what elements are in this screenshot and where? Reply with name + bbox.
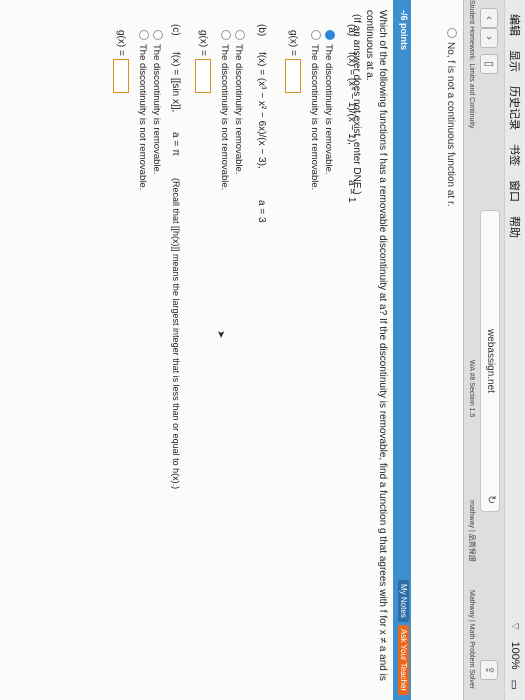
- option-label: The discontinuity is removable.: [233, 44, 244, 175]
- part-b-option-not-removable[interactable]: The discontinuity is not removable.: [219, 30, 231, 190]
- part-b-function: f(x) = (x³ − x² − 6x)/(x − 3),: [256, 52, 267, 169]
- part-a-a-value: a = 1: [346, 180, 357, 203]
- back-button[interactable]: ‹: [480, 8, 498, 28]
- page-content: No, f is not a continuous function at r.…: [0, 0, 463, 700]
- part-a-answer-input[interactable]: [285, 58, 301, 93]
- radio-icon: [139, 30, 149, 40]
- part-b-answer: g(x) =: [195, 30, 211, 93]
- zoom-level: 100%: [509, 641, 521, 670]
- battery-icon[interactable]: ▭: [509, 680, 522, 690]
- radio-icon: [235, 30, 245, 40]
- previous-answer-option[interactable]: No, f is not a continuous function at r.: [445, 28, 457, 207]
- address-bar[interactable]: webassign.net: [480, 210, 500, 512]
- radio-icon: [221, 30, 231, 40]
- share-icon[interactable]: ⇪: [480, 660, 498, 680]
- mouse-cursor-icon: ➤: [215, 330, 226, 339]
- part-c-a-value: a = π: [170, 132, 181, 156]
- sidebar-toggle-icon[interactable]: ▯: [480, 54, 498, 74]
- menu-help[interactable]: 帮助: [507, 216, 523, 238]
- part-a-option-not-removable[interactable]: The discontinuity is not removable.: [309, 30, 321, 190]
- option-label: The discontinuity is removable.: [151, 44, 162, 175]
- option-label: The discontinuity is not removable.: [219, 44, 230, 191]
- browser-screen: 编辑 显示 历史记录 书签 窗口 帮助 ⌔ 100% ▭ ‹ › ▯ webas…: [0, 0, 525, 700]
- part-b-answer-input[interactable]: [195, 58, 211, 93]
- tab-bar: Student Homework: Limits and Continuity …: [464, 0, 478, 700]
- part-b-option-removable[interactable]: The discontinuity is removable.: [233, 30, 245, 174]
- part-b-a-value: a = 3: [256, 200, 267, 223]
- wifi-icon[interactable]: ⌔: [508, 621, 522, 631]
- part-a-option-removable[interactable]: The discontinuity is removable.: [323, 30, 335, 174]
- part-c-label: (c): [170, 24, 181, 36]
- radio-icon: [447, 28, 457, 38]
- menu-history[interactable]: 历史记录: [507, 86, 523, 130]
- tab-mathway-solver[interactable]: Mathway | Math Problem Solver: [464, 590, 478, 700]
- tab-mathway[interactable]: mathway | 品質保證: [464, 500, 478, 580]
- part-c-note: (Recall that [[h(x)]] means the largest …: [171, 178, 181, 490]
- browser-toolbar: ‹ › ▯ webassign.net ↻ ⇪ Student Homework…: [463, 0, 504, 700]
- g-label: g(x) =: [197, 30, 209, 56]
- part-b-label: (b): [256, 24, 267, 37]
- menu-view[interactable]: 显示: [507, 50, 523, 72]
- question-header: -/6 points My Notes Ask Your Teacher: [393, 0, 411, 700]
- question-line-1: Which of the following functions f has a…: [364, 10, 388, 681]
- part-c-answer-input[interactable]: [113, 58, 129, 93]
- part-c-option-removable[interactable]: The discontinuity is removable.: [151, 30, 163, 174]
- part-c-option-not-removable[interactable]: The discontinuity is not removable.: [137, 30, 149, 190]
- part-a-answer: g(x) =: [285, 30, 301, 93]
- points-label: -/6 points: [399, 10, 409, 50]
- menu-edit[interactable]: 编辑: [507, 14, 523, 36]
- g-label: g(x) =: [287, 30, 299, 56]
- option-label: The discontinuity is removable.: [323, 44, 334, 175]
- previous-answer-text: No, f is not a continuous function at r.: [445, 42, 456, 207]
- part-c-answer: g(x) =: [113, 30, 129, 93]
- forward-button[interactable]: ›: [480, 28, 498, 48]
- menu-bar: 编辑 显示 历史记录 书签 窗口 帮助 ⌔ 100% ▭: [504, 0, 525, 700]
- radio-icon: [153, 30, 163, 40]
- my-notes-button[interactable]: My Notes: [398, 580, 409, 622]
- part-c-function: f(x) = [[sin x]],: [170, 52, 181, 113]
- menu-bookmarks[interactable]: 书签: [507, 144, 523, 166]
- tab-homework[interactable]: Student Homework: Limits and Continuity: [464, 0, 478, 170]
- part-a-function: f(x) = (x⁴ − 1)/(x − 1),: [346, 52, 357, 145]
- ask-teacher-button[interactable]: Ask Your Teacher: [398, 625, 409, 696]
- radio-selected-icon: [325, 30, 335, 40]
- tab-wa-section[interactable]: WA #8 Section 1.5: [464, 360, 478, 450]
- menu-window[interactable]: 窗口: [507, 180, 523, 202]
- reload-icon[interactable]: ↻: [482, 495, 500, 509]
- radio-icon: [311, 30, 321, 40]
- option-label: The discontinuity is not removable.: [309, 44, 320, 191]
- part-a-label: (a): [346, 24, 357, 37]
- g-label: g(x) =: [115, 30, 127, 56]
- option-label: The discontinuity is not removable.: [137, 44, 148, 191]
